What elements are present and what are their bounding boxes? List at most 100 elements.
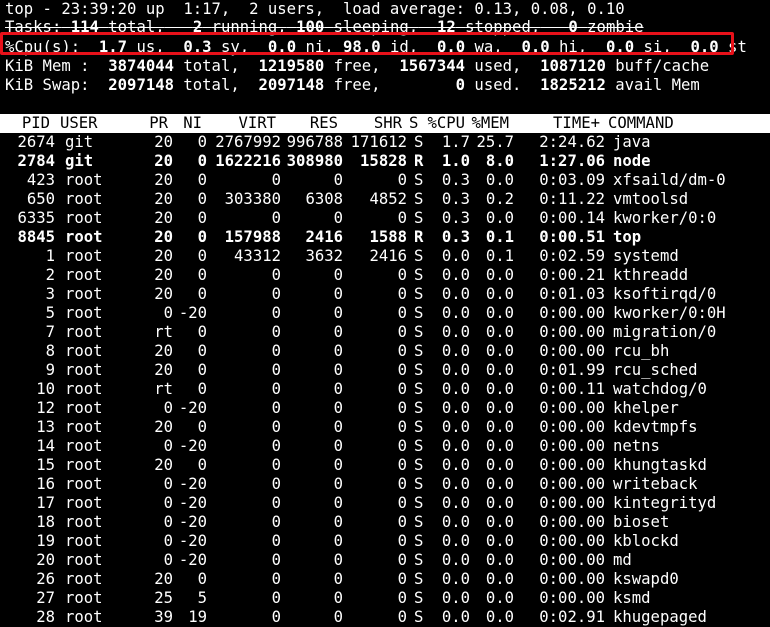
table-row[interactable]: 2 root 20 0 0 0 0 S 0.0 0.0 0:00.21 kthreadd: [0, 266, 770, 285]
table-row[interactable]: 6335 root 20 0 0 0 0 S 0.3 0.0 0:00.14 kworker/0:0: [0, 209, 770, 228]
cell-ni: -20: [178, 551, 207, 569]
table-row[interactable]: 10 root rt 0 0 0 0 S 0.0 0.0 0:00.11 watchdog/0: [0, 380, 770, 399]
table-row[interactable]: 14 root 0 -20 0 0 0 S 0.0 0.0 0:00.00 netns: [0, 437, 770, 456]
table-row[interactable]: 13 root 20 0 0 0 0 S 0.0 0.0 0:00.00 kdevtmpfs: [0, 418, 770, 437]
cell-pr: 25: [154, 589, 173, 607]
col-command[interactable]: COMMAND: [608, 114, 674, 133]
cell-user: root: [65, 380, 103, 398]
cell-res: 0: [333, 418, 343, 436]
table-row[interactable]: 19 root 0 -20 0 0 0 S 0.0 0.0 0:00.00 kblockd: [0, 532, 770, 551]
cell-mem: 0.0: [485, 532, 514, 550]
cell-ni: 0: [197, 285, 207, 303]
col-mem[interactable]: %MEM: [465, 114, 509, 133]
table-row[interactable]: 26 root 20 0 0 0 0 S 0.0 0.0 0:00.00 kswapd0: [0, 570, 770, 589]
cell-shr: 0: [397, 608, 407, 626]
cell-virt: 0: [271, 456, 281, 474]
cell-virt: 0: [271, 570, 281, 588]
cell-pid: 2674: [17, 133, 55, 151]
cell-virt: 1622216: [215, 152, 281, 170]
cell-pr: 0: [163, 551, 173, 569]
cell-pr: 0: [163, 304, 173, 322]
table-row[interactable]: 18 root 0 -20 0 0 0 S 0.0 0.0 0:00.00 bioset: [0, 513, 770, 532]
cell-mem: 0.1: [485, 247, 514, 265]
cell-res: 0: [333, 361, 343, 379]
table-row[interactable]: 8 root 20 0 0 0 0 S 0.0 0.0 0:00.00 rcu_bh: [0, 342, 770, 361]
cell-res: 0: [333, 570, 343, 588]
cell-res: 6308: [305, 190, 343, 208]
cell-user: root: [65, 475, 103, 493]
cell-ni: -20: [178, 494, 207, 512]
col-shr[interactable]: SHR: [338, 114, 402, 133]
col-pid[interactable]: PID: [0, 114, 50, 133]
col-cpu[interactable]: %CPU: [420, 114, 465, 133]
cell-cpu: 0.0: [441, 608, 470, 626]
table-row[interactable]: 5 root 0 -20 0 0 0 S 0.0 0.0 0:00.00 kworker/0:0H: [0, 304, 770, 323]
cell-user: root: [65, 209, 103, 227]
col-virt[interactable]: VIRT: [202, 114, 276, 133]
cell-ni: 0: [197, 209, 207, 227]
table-row[interactable]: 27 root 25 5 0 0 0 S 0.0 0.0 0:00.00 ksmd: [0, 589, 770, 608]
table-row[interactable]: 20 root 0 -20 0 0 0 S 0.0 0.0 0:00.00 md: [0, 551, 770, 570]
col-time[interactable]: TIME+: [520, 114, 600, 133]
swap-free: 2097148: [258, 76, 325, 94]
table-row[interactable]: 17 root 0 -20 0 0 0 S 0.0 0.0 0:00.00 kintegrityd: [0, 494, 770, 513]
table-row[interactable]: 8845 root 20 0 157988 2416 1588 R 0.3 0.1 0:00.51 t…: [0, 228, 770, 247]
col-pr[interactable]: PR: [130, 114, 168, 133]
cell-user: root: [65, 323, 103, 341]
mem-line: KiB Mem : 3874044 total, 1219580 free, 1…: [5, 57, 710, 75]
cell-pid: 5: [45, 304, 55, 322]
highlight-box: [0, 32, 734, 55]
table-row[interactable]: 1 root 20 0 43312 3632 2416 S 0.0 0.1 0:02.59 syste…: [0, 247, 770, 266]
table-row[interactable]: 423 root 20 0 0 0 0 S 0.3 0.0 0:03.09 xfsaild/dm-0: [0, 171, 770, 190]
cell-cpu: 0.0: [441, 551, 470, 569]
col-res[interactable]: RES: [276, 114, 338, 133]
cell-shr: 0: [397, 342, 407, 360]
cell-user: root: [65, 304, 103, 322]
cell-time: 0:00.51: [539, 228, 605, 246]
cell-mem: 0.0: [485, 399, 514, 417]
table-row[interactable]: 2784 git 20 0 1622216 308980 15828 R 1.0 8.0 1:27.…: [0, 152, 770, 171]
cell-pr: 0: [163, 532, 173, 550]
col-ni[interactable]: NI: [168, 114, 202, 133]
cell-virt: 0: [271, 209, 281, 227]
table-row[interactable]: 650 root 20 0 303380 6308 4852 S 0.3 0.2 0:11.22 vm…: [0, 190, 770, 209]
mem-used: 1567344: [399, 57, 466, 75]
cell-ni: 0: [197, 190, 207, 208]
cell-shr: 0: [397, 494, 407, 512]
cell-time: 0:00.11: [539, 380, 605, 398]
cell-shr: 0: [397, 475, 407, 493]
cell-mem: 0.0: [485, 513, 514, 531]
cell-shr: 0: [397, 285, 407, 303]
table-row[interactable]: 9 root 20 0 0 0 0 S 0.0 0.0 0:01.99 rcu_sched: [0, 361, 770, 380]
cell-pr: 20: [154, 133, 173, 151]
cell-time: 0:00.00: [539, 418, 605, 436]
table-row[interactable]: 3 root 20 0 0 0 0 S 0.0 0.0 0:01.03 ksoftirqd/0: [0, 285, 770, 304]
cell-time: 0:03.09: [539, 171, 605, 189]
cell-command: bioset: [613, 513, 670, 531]
col-user[interactable]: USER: [60, 114, 98, 133]
cell-command: vmtoolsd: [613, 190, 689, 208]
cell-cpu: 0.0: [441, 494, 470, 512]
cell-time: 0:00.00: [539, 494, 605, 512]
cell-user: root: [65, 285, 103, 303]
cell-res: 0: [333, 342, 343, 360]
cell-time: 0:00.00: [539, 437, 605, 455]
cell-user: root: [65, 608, 103, 626]
table-row[interactable]: 7 root rt 0 0 0 0 S 0.0 0.0 0:00.00 migration/0: [0, 323, 770, 342]
cell-shr: 0: [397, 456, 407, 474]
cell-user: root: [65, 589, 103, 607]
table-row[interactable]: 16 root 0 -20 0 0 0 S 0.0 0.0 0:00.00 writeback: [0, 475, 770, 494]
cell-time: 0:00.00: [539, 589, 605, 607]
cell-res: 0: [333, 304, 343, 322]
col-s[interactable]: S: [409, 114, 418, 133]
table-row[interactable]: 12 root 0 -20 0 0 0 S 0.0 0.0 0:00.00 khelper: [0, 399, 770, 418]
table-row[interactable]: 28 root 39 19 0 0 0 S 0.0 0.0 0:02.91 khugepaged: [0, 608, 770, 627]
cell-cpu: 1.7: [441, 133, 470, 151]
cell-command: kworker/0:0: [613, 209, 717, 227]
cell-pr: 20: [154, 247, 173, 265]
cell-pid: 14: [36, 437, 55, 455]
cell-time: 0:00.00: [539, 551, 605, 569]
table-row[interactable]: 15 root 20 0 0 0 0 S 0.0 0.0 0:00.00 khungtaskd: [0, 456, 770, 475]
table-row[interactable]: 2674 git 20 0 2767992 996788 171612 S 1.7 25.7 2:2…: [0, 133, 770, 152]
cell-mem: 0.0: [485, 171, 514, 189]
